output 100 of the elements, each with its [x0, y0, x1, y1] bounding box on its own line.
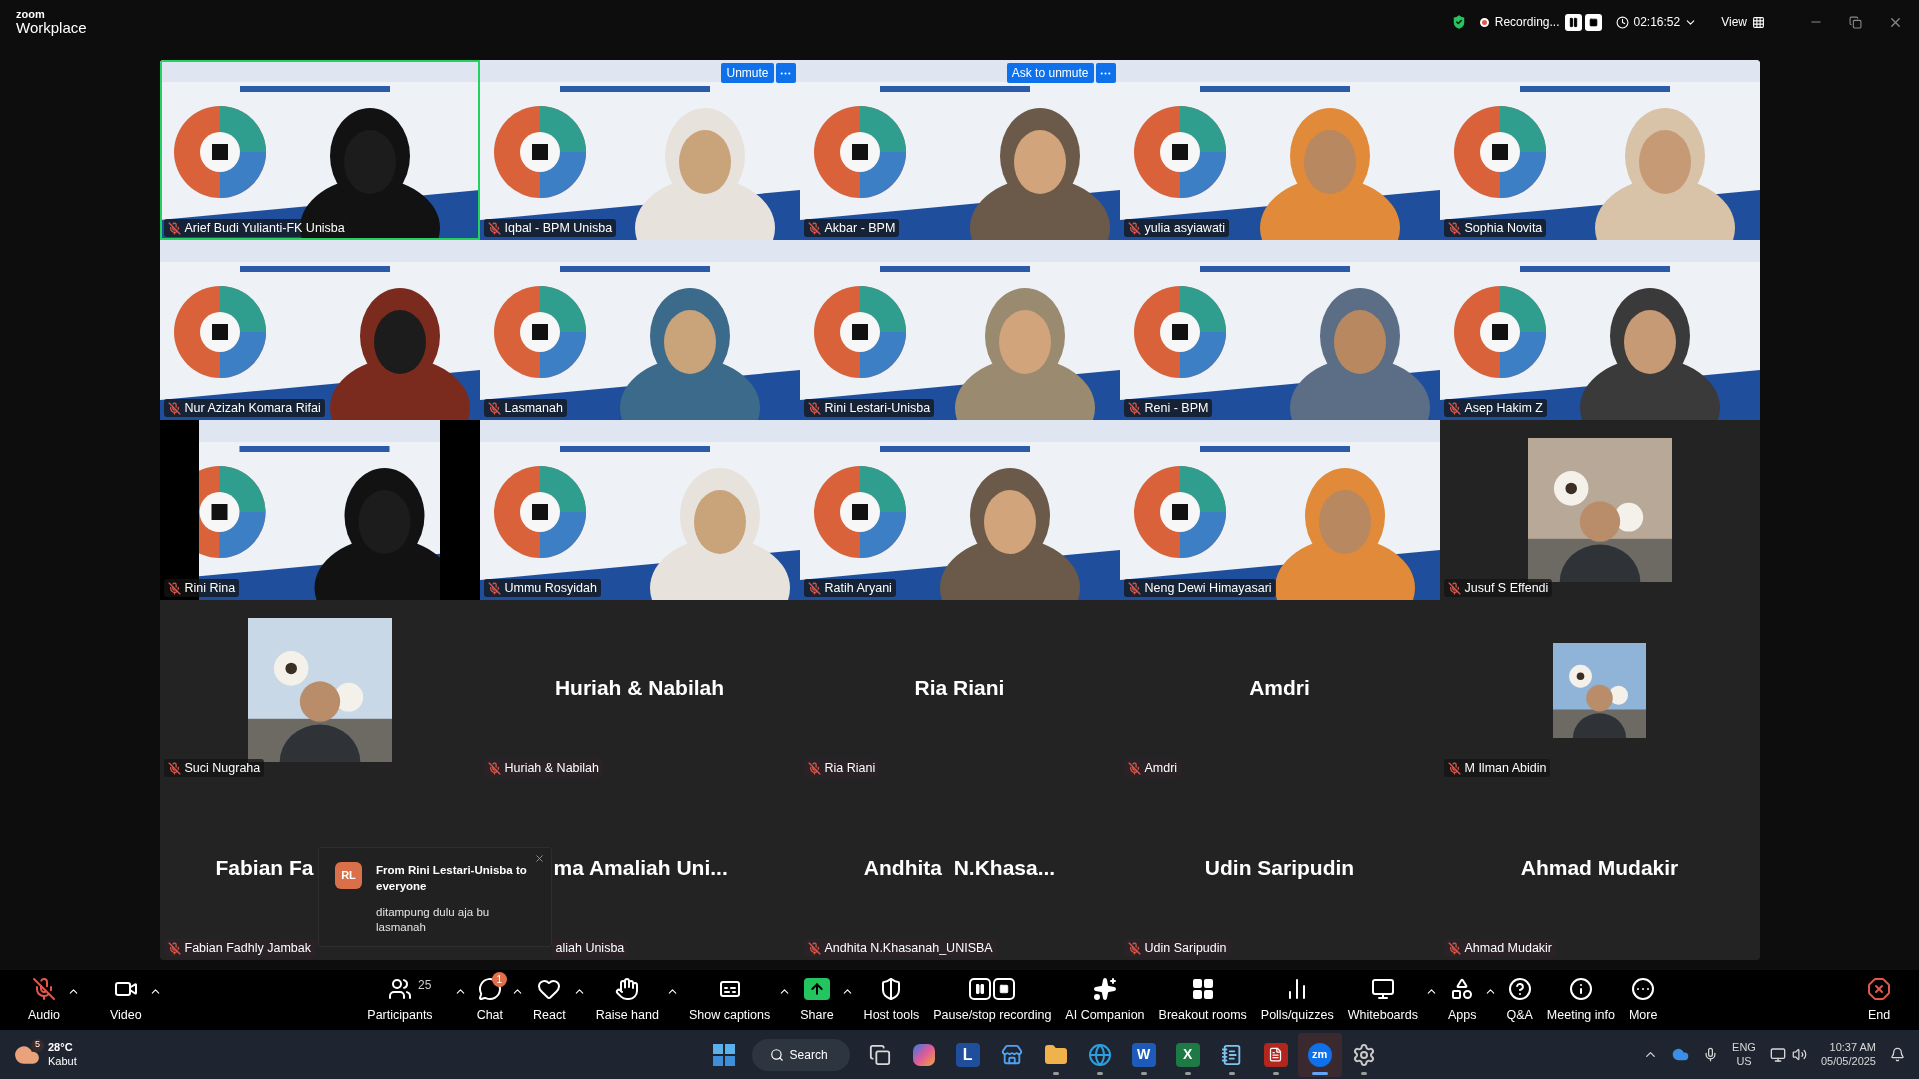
pdf-icon — [1263, 1042, 1288, 1067]
brand-name: zoom — [16, 9, 46, 20]
participant-display-name: Ria Riani — [914, 675, 1005, 702]
toolbar-button[interactable]: Meeting info — [1540, 971, 1621, 1029]
toolbar-button[interactable]: Audio — [22, 971, 66, 1029]
participant-name: Udin Saripudin — [1144, 939, 1227, 957]
whiteboard-icon — [1370, 976, 1395, 1001]
chat-icon — [477, 976, 502, 1001]
participant-display-name: Fabian Fa — [215, 855, 314, 882]
toolbar-button[interactable]: Raise hand — [589, 971, 665, 1029]
more-options-button[interactable] — [775, 63, 796, 83]
stop-icon — [1589, 17, 1599, 27]
toolbar-button[interactable]: Share — [794, 971, 840, 1029]
close-icon[interactable] — [534, 853, 545, 864]
participant-name: Neng Dewi Himayasari — [1144, 579, 1272, 597]
input-region[interactable]: US — [1736, 1054, 1752, 1069]
toolbar-button[interactable]: React — [527, 971, 572, 1029]
participant-name: Reni - BPM — [1144, 399, 1209, 417]
participant-display-name: Huriah & Nabilah — [554, 675, 725, 702]
unread-badge: 1 — [491, 971, 507, 987]
participant-name: Arief Budi Yulianti-FK Unisba — [184, 219, 345, 237]
pause-icon — [1568, 16, 1580, 28]
grid-icon — [1752, 15, 1765, 29]
share-icon — [803, 977, 830, 1000]
browser-icon — [1087, 1042, 1112, 1067]
toolbar-button[interactable]: Q&A — [1500, 971, 1539, 1029]
spreadsheet-icon: X — [1175, 1042, 1200, 1067]
participant-name: Ummu Rosyidah — [504, 579, 597, 597]
participant-name: Asep Hakim Z — [1464, 399, 1543, 417]
participant-name: Huriah & Nabilah — [504, 759, 599, 777]
participant-name: Jusuf S Effendi — [1464, 579, 1549, 597]
pause-recording-button[interactable] — [1565, 13, 1583, 31]
toolbar-button[interactable]: 1 Chat — [470, 971, 510, 1029]
stop-recording-button[interactable] — [1585, 13, 1603, 31]
chat-notification[interactable]: RL From Rini Lestari-Unisba to everyone ditampung dulu aja bu lasmanah — [318, 847, 552, 947]
taskbar-app[interactable]: zm — [1297, 1032, 1342, 1077]
participant-name: Rini Rina — [184, 579, 236, 597]
more-icon — [1631, 976, 1656, 1001]
participant-name: Andhita N.Khasanah_UNISBA — [824, 939, 993, 957]
participant-name: Amdri — [1144, 759, 1178, 777]
view-button[interactable]: View — [1721, 13, 1765, 31]
question-icon — [1507, 976, 1532, 1001]
people-icon — [387, 976, 412, 1001]
participant-name: Ria Riani — [824, 759, 876, 777]
unmute-request-button[interactable]: Unmute — [721, 63, 774, 83]
participant-display-name: Andhita N.Khasa... — [863, 855, 1056, 882]
clock-time[interactable]: 10:37 AM — [1829, 1040, 1876, 1055]
folder-icon — [1043, 1042, 1068, 1067]
participant-name: Rini Lestari-Unisba — [824, 399, 931, 417]
app-icon: L — [955, 1042, 980, 1067]
toolbar-button[interactable]: AI Companion — [1059, 971, 1151, 1029]
clock-date[interactable]: 05/05/2025 — [1820, 1054, 1876, 1069]
clock-icon — [1616, 15, 1630, 29]
toolbar-button[interactable]: End — [1861, 971, 1897, 1029]
close-icon — [1867, 976, 1891, 1001]
taskbar-app[interactable]: W — [1121, 1032, 1166, 1077]
info-icon — [1568, 976, 1593, 1001]
participant-name: Ahmad Mudakir — [1464, 939, 1553, 957]
participant-name: yulia asyiawati — [1144, 219, 1226, 237]
restore-icon[interactable] — [1849, 15, 1862, 29]
apps-icon — [1450, 976, 1475, 1001]
taskbar-app[interactable]: L — [945, 1032, 990, 1077]
speaker-icon[interactable] — [1791, 1047, 1807, 1062]
toolbar-button[interactable]: Polls/quizzes — [1254, 971, 1340, 1029]
participant-name: Suci Nugraha — [184, 759, 261, 777]
hand-icon — [615, 976, 640, 1001]
toolbar-button[interactable]: Pause/stop recording — [927, 971, 1058, 1029]
weather-condition: Kabut — [48, 1054, 77, 1069]
notification-icon[interactable] — [1890, 1047, 1905, 1062]
search-icon — [769, 1047, 784, 1062]
network-icon[interactable] — [1769, 1046, 1786, 1063]
participant-name: aliah Unisba — [555, 939, 625, 957]
unmute-request-button[interactable]: Ask to unmute — [1006, 63, 1094, 83]
toolbar-button[interactable]: Breakout rooms — [1152, 971, 1253, 1029]
grid-icon — [1190, 976, 1215, 1001]
cloud-icon[interactable] — [1672, 1046, 1690, 1063]
more-options-button[interactable] — [1095, 63, 1116, 83]
chat-sender: From Rini Lestari-Unisba to everyone — [376, 863, 528, 894]
taskbar-app[interactable]: X — [1165, 1032, 1210, 1077]
toolbar-button[interactable]: More — [1622, 971, 1664, 1029]
temperature: 28°C — [48, 1040, 74, 1055]
copilot-icon — [912, 1043, 935, 1066]
toolbar-button[interactable]: Show captions — [682, 971, 777, 1029]
microphone-icon[interactable] — [1703, 1047, 1719, 1062]
toolbar-button[interactable]: Apps — [1441, 971, 1483, 1029]
chat-message: ditampung dulu aja bu lasmanah — [376, 905, 491, 935]
participant-count: 25 — [417, 976, 432, 994]
participant-name: M Ilman Abidin — [1464, 759, 1547, 777]
sender-avatar: RL — [335, 862, 362, 889]
toolbar-button[interactable]: Video — [104, 971, 148, 1029]
store-icon — [1000, 1043, 1023, 1066]
toolbar-button[interactable]: Whiteboards — [1341, 971, 1424, 1029]
toolbar-button[interactable]: 25 Participants — [361, 971, 439, 1029]
participant-name: Fabian Fadhly Jambak — [184, 939, 311, 957]
taskbar-search[interactable]: Search — [751, 1038, 850, 1071]
toolbar-button[interactable]: Host tools — [857, 971, 926, 1029]
participant-name: Iqbal - BPM Unisba — [504, 219, 613, 237]
input-language[interactable]: ENG — [1732, 1040, 1756, 1055]
participant-name: Ratih Aryani — [824, 579, 892, 597]
participant-name: Lasmanah — [504, 399, 563, 417]
